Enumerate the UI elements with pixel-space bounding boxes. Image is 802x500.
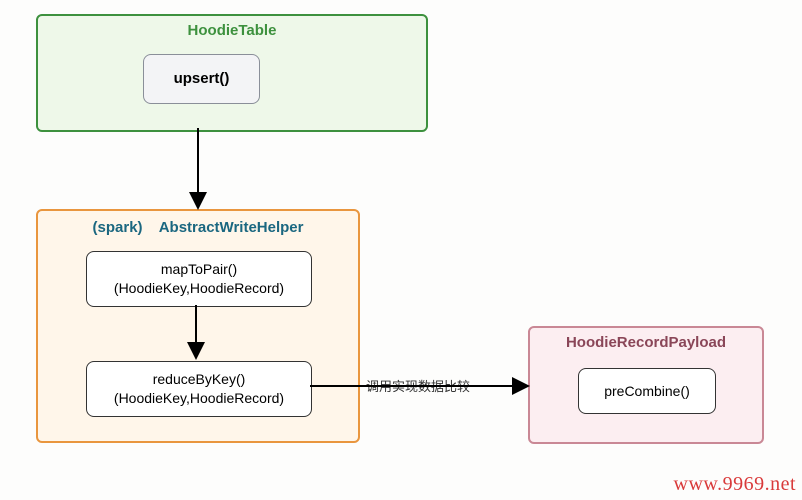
upsert-label: upsert()	[174, 69, 230, 89]
pre-combine-label: preCombine()	[604, 382, 690, 401]
reduce-by-key-line1: reduceByKey()	[153, 370, 246, 389]
abstract-write-helper-prefix: (spark)	[93, 219, 143, 236]
abstract-write-helper-title: (spark) AbstractWriteHelper	[38, 219, 358, 236]
watermark: www.9969.net	[674, 473, 796, 496]
map-to-pair-line2: (HoodieKey,HoodieRecord)	[114, 279, 284, 298]
hoodie-record-payload-container: HoodieRecordPayload preCombine()	[528, 326, 764, 444]
reduce-by-key-node: reduceByKey() (HoodieKey,HoodieRecord)	[86, 361, 312, 417]
map-to-pair-line1: mapToPair()	[161, 260, 237, 279]
hoodie-table-container: HoodieTable upsert()	[36, 14, 428, 132]
abstract-write-helper-name: AbstractWriteHelper	[159, 219, 304, 236]
upsert-node: upsert()	[143, 54, 260, 104]
hoodie-record-payload-title: HoodieRecordPayload	[530, 334, 762, 351]
map-to-pair-node: mapToPair() (HoodieKey,HoodieRecord)	[86, 251, 312, 307]
reduce-by-key-line2: (HoodieKey,HoodieRecord)	[114, 389, 284, 408]
edge-label-reduce-to-precombine: 调用实现数据比较	[366, 376, 470, 395]
abstract-write-helper-container: (spark) AbstractWriteHelper mapToPair() …	[36, 209, 360, 443]
hoodie-table-title: HoodieTable	[38, 22, 426, 39]
pre-combine-node: preCombine()	[578, 368, 716, 414]
